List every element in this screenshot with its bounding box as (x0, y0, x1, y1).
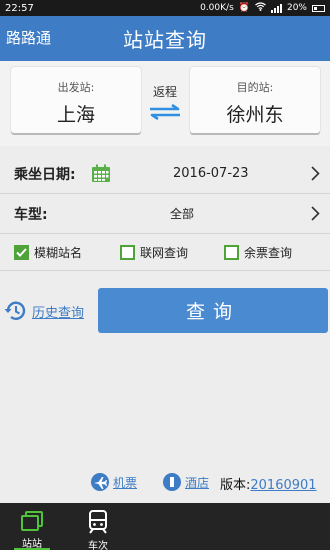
from-station-button[interactable]: 出发站: 上海 (11, 67, 141, 133)
signal-icon (270, 3, 282, 13)
bottom-links: 机票 酒店 版本:20160901 (90, 470, 330, 496)
network-speed: 0.00K/s (200, 3, 234, 13)
status-time: 22:57 (5, 2, 34, 14)
query-button[interactable]: 查询 (98, 288, 328, 333)
search-options: 模糊站名 联网查询 余票查询 (0, 235, 330, 271)
app-header: 路路通 站站查询 (0, 16, 330, 61)
from-station-label: 出发站: (57, 81, 95, 94)
chevron-right-icon (311, 166, 320, 181)
checkbox-unchecked-icon (224, 245, 239, 260)
hotel-link[interactable]: 酒店 (162, 472, 209, 492)
status-bar: 22:57 0.00K/s ⏰ 20% (0, 0, 330, 16)
hotel-icon (163, 473, 181, 491)
swap-stations-button[interactable]: 返程 (142, 83, 188, 120)
flight-label: 机票 (113, 475, 138, 490)
history-query-label: 历史查询 (32, 305, 85, 321)
battery-percent: 20% (286, 3, 307, 13)
history-clock-icon (4, 301, 26, 320)
remaining-tickets-label: 余票查询 (244, 246, 293, 260)
train-type-label: 车型: (14, 206, 48, 223)
station-selector: 出发站: 上海 返程 目的站: 徐州东 (0, 61, 330, 146)
to-station-label: 目的站: (236, 81, 274, 94)
remaining-tickets-checkbox[interactable]: 余票查询 (224, 244, 292, 261)
swap-arrows-icon (150, 104, 180, 120)
online-query-label: 联网查询 (140, 246, 189, 260)
tab-train-number-label: 车次 (88, 541, 108, 550)
fuzzy-station-label: 模糊站名 (34, 246, 83, 260)
from-station-value: 上海 (56, 104, 95, 126)
chevron-right-icon (311, 206, 320, 221)
version-value[interactable]: 20160901 (250, 478, 316, 493)
fuzzy-station-checkbox[interactable]: 模糊站名 (14, 244, 82, 261)
tab-train-number[interactable]: 车次 (66, 503, 130, 550)
checkbox-unchecked-icon (120, 245, 135, 260)
to-station-value: 徐州东 (226, 104, 284, 126)
train-type-row[interactable]: 车型: 全部 (0, 194, 330, 234)
checkbox-checked-icon (14, 245, 29, 260)
history-query-link[interactable]: 历史查询 (4, 300, 84, 322)
hotel-label: 酒店 (185, 475, 210, 490)
version-info: 版本:20160901 (220, 474, 317, 493)
version-label: 版本: (220, 478, 251, 493)
swap-label: 返程 (152, 85, 177, 99)
train-icon (89, 510, 107, 534)
bottom-tab-bar: 站站 车次 (0, 503, 330, 550)
online-query-checkbox[interactable]: 联网查询 (120, 244, 188, 261)
wifi-icon (255, 2, 266, 14)
date-row[interactable]: 乘坐日期: 2016-07-23 (0, 154, 330, 194)
calendar-icon (92, 164, 110, 182)
alarm-icon: ⏰ (238, 3, 250, 13)
airplane-icon (91, 473, 109, 491)
station-tab-icon (21, 511, 43, 531)
date-value: 2016-07-23 (173, 166, 249, 181)
date-label: 乘坐日期: (14, 166, 76, 183)
battery-icon (312, 4, 325, 12)
tab-station[interactable]: 站站 (0, 503, 64, 550)
flight-link[interactable]: 机票 (90, 472, 137, 492)
page-title: 站站查询 (123, 28, 207, 52)
to-station-button[interactable]: 目的站: 徐州东 (190, 67, 320, 133)
train-type-value: 全部 (170, 207, 195, 221)
